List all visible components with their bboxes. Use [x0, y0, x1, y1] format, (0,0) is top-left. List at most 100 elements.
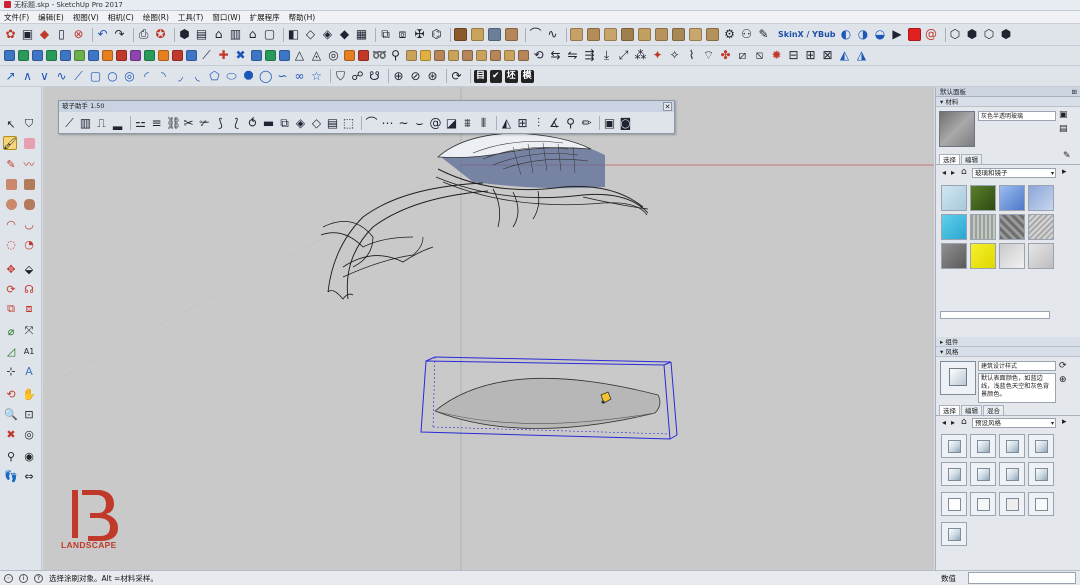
stairs-helper-icon[interactable]: ⟋ — [63, 116, 76, 130]
twist-icon[interactable]: ✧ — [668, 49, 681, 62]
style-thumbnail[interactable] — [970, 462, 996, 486]
forward-icon[interactable]: ▸ — [951, 168, 955, 177]
loop-icon[interactable]: ∞ — [293, 69, 306, 83]
terrain-b-icon[interactable] — [587, 28, 600, 41]
sine-icon[interactable]: ∽ — [276, 69, 289, 83]
wing-sketch-curves[interactable] — [320, 182, 649, 300]
create-material-icon[interactable]: ▣ — [1059, 110, 1068, 120]
triangle-icon[interactable]: ◭ — [500, 116, 513, 130]
box-stack-icon[interactable]: ▤ — [326, 116, 339, 130]
pyramid-icon[interactable]: △ — [293, 49, 306, 62]
group-icon[interactable] — [505, 28, 518, 41]
scissors-icon[interactable]: ✂ — [182, 116, 195, 130]
sandbox-tool-icon[interactable]: ⚙ — [723, 28, 736, 41]
sandbox-smoove-icon[interactable]: ⚇ — [740, 28, 753, 41]
back-view-icon[interactable]: ⌂ — [246, 28, 259, 41]
shaded-texture-icon[interactable]: ▦ — [355, 28, 368, 41]
polyline-icon[interactable]: ∨ — [38, 69, 51, 83]
material-swatch[interactable] — [970, 243, 996, 269]
home-icon[interactable]: ⌂ — [961, 417, 967, 427]
dimension-icon[interactable]: ⊛ — [426, 69, 439, 83]
round-corner-icon[interactable] — [130, 50, 141, 61]
orbit-alt-icon[interactable]: ⟳ — [450, 69, 463, 83]
skinx-a-icon[interactable]: ◐ — [840, 28, 853, 41]
delete-icon[interactable]: ⊗ — [72, 28, 85, 41]
style-library-select[interactable]: 预设风格 ▾ — [972, 418, 1056, 428]
rectangle-tool-icon[interactable] — [4, 177, 18, 191]
cleanup-icon[interactable]: ⊞ — [804, 49, 817, 62]
bars-icon[interactable]: ▂ — [111, 116, 124, 130]
ellipse-icon[interactable]: ⬭ — [225, 69, 238, 83]
tube-along-path-icon[interactable]: ⧅ — [753, 49, 766, 62]
terrain-d-icon[interactable] — [621, 28, 634, 41]
rectangle-icon[interactable]: ▢ — [89, 69, 102, 83]
hook-b-icon[interactable]: ⟅ — [230, 116, 243, 130]
polygon-icon[interactable]: ⬠ — [208, 69, 221, 83]
material-swatch[interactable] — [941, 214, 967, 240]
section-fill-icon[interactable]: ⌬ — [430, 28, 443, 41]
fredo-scale-icon[interactable]: ✦ — [651, 49, 664, 62]
style-thumbnail[interactable] — [970, 492, 996, 516]
styles-tab-mix[interactable]: 混合 — [983, 405, 1004, 415]
zoom-icon[interactable]: 🔍 — [4, 407, 18, 421]
terrain-f-icon[interactable] — [655, 28, 668, 41]
paint-bucket-icon[interactable]: 🖌 — [3, 136, 17, 150]
update-style-icon[interactable]: ⟳ — [1059, 361, 1067, 371]
style-thumbnail[interactable] — [1028, 492, 1054, 516]
material-swatch[interactable] — [999, 243, 1025, 269]
section-plane-icon[interactable]: ⧉ — [379, 28, 392, 41]
menu-view[interactable]: 视图(V) — [73, 12, 99, 23]
style-thumbnail[interactable] — [1028, 434, 1054, 458]
diamond-b-icon[interactable]: ◇ — [310, 116, 323, 130]
stop-icon[interactable] — [907, 28, 921, 41]
pie-icon[interactable]: ◔ — [22, 237, 36, 251]
tray-a-icon[interactable]: ⬡ — [949, 28, 962, 41]
spring-icon[interactable]: ⚲ — [389, 49, 402, 62]
menu-tools[interactable]: 工具(T) — [178, 12, 203, 23]
measurements-input[interactable] — [968, 572, 1076, 584]
spline-icon[interactable]: ∿ — [55, 69, 68, 83]
helix-icon[interactable]: ➿ — [372, 49, 387, 62]
push-pull-a-icon[interactable] — [4, 50, 15, 61]
hidden-line-icon[interactable]: ◈ — [321, 28, 334, 41]
freehand-icon[interactable]: 〰 — [22, 157, 36, 171]
default-material-icon[interactable]: ▤ — [1059, 124, 1068, 134]
cut-tool-icon[interactable]: ✃ — [198, 116, 211, 130]
component-icon[interactable] — [488, 28, 501, 41]
material-swatch[interactable] — [999, 185, 1025, 211]
material-swatch[interactable] — [1028, 185, 1054, 211]
flip-icon[interactable]: ⇆ — [549, 49, 562, 62]
material-library-select[interactable]: 玻璃和镜子 ▾ — [972, 168, 1056, 178]
path-icon[interactable] — [186, 50, 197, 61]
column-row-icon[interactable]: ⫴ — [477, 116, 490, 130]
materials-header[interactable]: ▾ 材料 — [936, 97, 1080, 107]
eraser-icon[interactable] — [22, 136, 36, 150]
three-point-arc-icon[interactable]: ◌ — [4, 237, 18, 251]
offset-b-icon[interactable] — [46, 50, 57, 61]
steps-icon[interactable]: ⎍ — [95, 116, 108, 130]
circle-tool-icon[interactable] — [4, 197, 18, 211]
skinx-b-icon[interactable]: ◑ — [857, 28, 870, 41]
ruby-console-icon[interactable]: ▣ — [21, 28, 34, 41]
lasso-icon[interactable]: ⥀ — [246, 116, 259, 130]
make-component-icon[interactable]: ⛉ — [22, 117, 36, 131]
arc-c-icon[interactable]: ◞ — [174, 69, 187, 83]
style-thumbnail[interactable] — [941, 522, 967, 546]
chamfer-icon[interactable] — [74, 50, 85, 61]
skinx-c-icon[interactable]: ◒ — [874, 28, 887, 41]
soften-icon[interactable]: ☍ — [351, 69, 364, 83]
taper-icon[interactable]: ⌔ — [702, 49, 715, 62]
building-model[interactable] — [435, 132, 649, 216]
box-open-icon[interactable] — [471, 28, 484, 41]
warehouse-icon[interactable]: ✪ — [154, 28, 167, 41]
menu-extensions[interactable]: 扩展程序 — [250, 12, 280, 23]
figure-icon[interactable]: ⚲ — [564, 116, 577, 130]
toggle-check-button[interactable]: ✔ — [490, 69, 502, 83]
redo-icon[interactable]: ↷ — [113, 28, 126, 41]
diamond-a-icon[interactable]: ◈ — [294, 116, 307, 130]
drop-icon[interactable]: ⤓ — [600, 49, 613, 62]
bend-icon[interactable]: ⌇ — [685, 49, 698, 62]
forward-icon[interactable]: ▸ — [951, 418, 955, 427]
materials-tab-select[interactable]: 选择 — [939, 154, 960, 164]
door-tool-icon[interactable] — [476, 50, 487, 61]
